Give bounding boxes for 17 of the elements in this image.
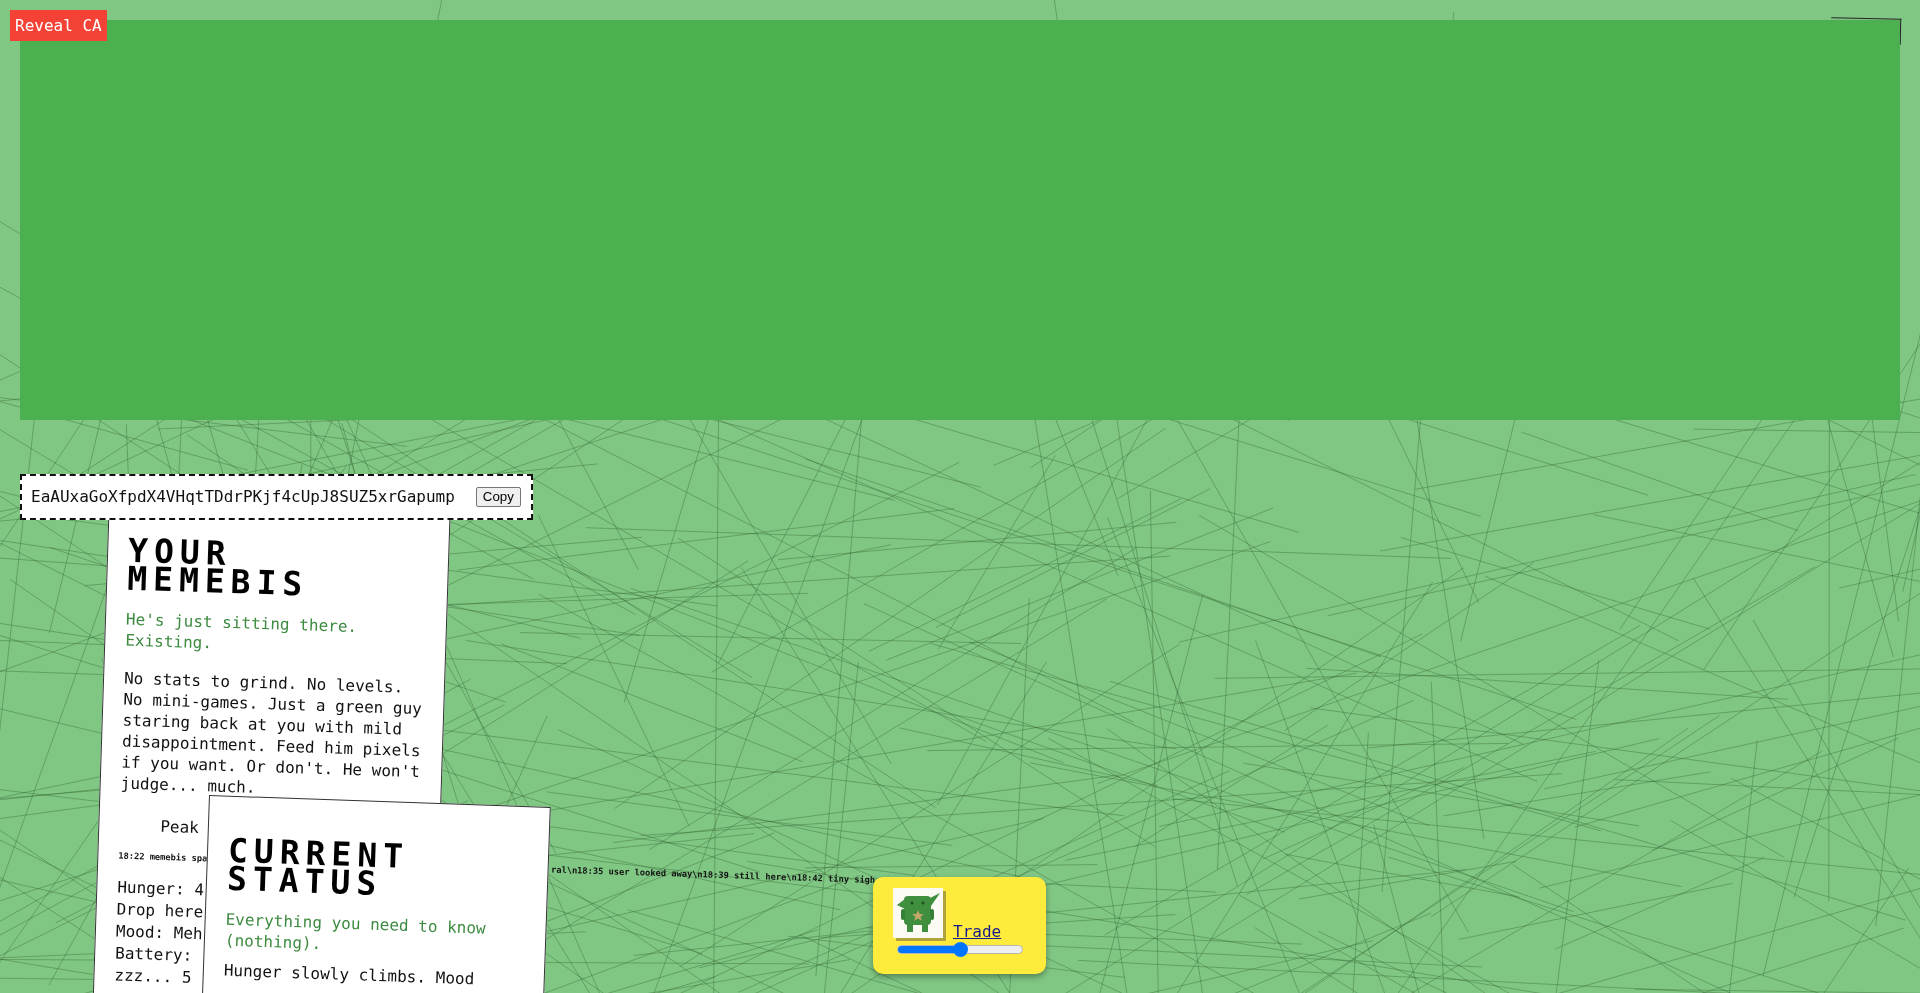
trade-link[interactable]: Trade xyxy=(953,923,1002,941)
reveal-button[interactable]: Reveal CA xyxy=(10,10,107,41)
slider-thumb[interactable] xyxy=(952,942,968,957)
card-description: Hunger slowly climbs. Mood xyxy=(223,959,475,990)
card-title: YOUR MEMEBIS xyxy=(126,536,310,601)
log-text: ral\n18:35 user looked away\n18:39 still here\n18:42 tiny sigh xyxy=(550,863,876,886)
log-text: 18:22 memebis spa xyxy=(118,849,208,865)
creature-icon xyxy=(893,888,946,941)
contract-address: EaAUxaGoXfpdX4VHqtTDdrPKjf4cUpJ8SUZ5xrGapump xyxy=(31,486,455,508)
trade-slider[interactable] xyxy=(897,942,1023,957)
card-description: No stats to grind. No levels. No mini-games. Just a green guy staring back at you with mild disappointment. Feed him pixels if you want. Or don't. He won't judge... much. xyxy=(120,667,424,799)
copy-button[interactable]: Copy xyxy=(475,487,521,507)
card-subtitle: He's just sitting there. Existing. xyxy=(125,608,359,655)
card-subtitle: Everything you need to know (nothing). xyxy=(224,908,487,955)
stat-text: zzz... 5 xyxy=(114,964,192,989)
caption-text: Peak xyxy=(159,815,200,839)
card-title: CURRENT STATUS xyxy=(226,836,411,902)
